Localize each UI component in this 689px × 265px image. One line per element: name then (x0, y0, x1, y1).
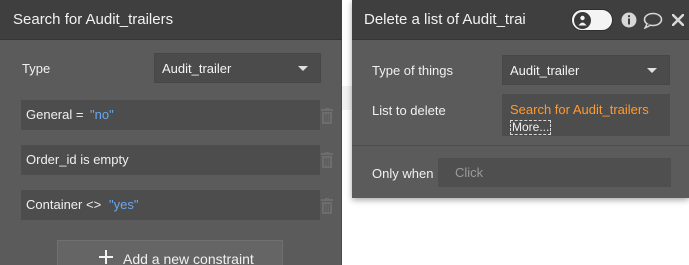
person-icon (578, 15, 587, 26)
constraint-field: Container <> (26, 197, 102, 212)
constraint-container[interactable]: Container <> "yes" (21, 190, 320, 220)
constraint-field: Order_id is empty (26, 152, 129, 167)
constraint-order-id[interactable]: Order_id is empty (21, 145, 320, 175)
list-expression[interactable]: Search for Audit_trailers (510, 102, 649, 117)
type-of-things-dropdown[interactable]: Audit_trailer (502, 55, 670, 85)
action-panel-titlebar[interactable]: Delete a list of Audit_trai (352, 0, 689, 40)
constraint-field: General = (26, 107, 84, 122)
plus-icon (99, 250, 113, 264)
close-icon[interactable] (672, 14, 684, 26)
type-of-things-value: Audit_trailer (510, 63, 580, 78)
search-editor-panel: Search for Audit_trailers Type Audit_tra… (0, 0, 342, 265)
constraint-general[interactable]: General = "no" (21, 100, 320, 130)
constraint-value[interactable]: "no" (90, 107, 114, 122)
add-constraint-label: Add a new constraint (123, 251, 254, 265)
add-constraint-button[interactable]: Add a new constraint (57, 240, 283, 265)
action-editor-panel: Delete a list of Audit_trai Type of thin… (352, 0, 689, 198)
search-panel-titlebar[interactable]: Search for Audit_trailers (0, 0, 342, 40)
action-panel-title: Delete a list of Audit_trai (364, 11, 526, 28)
list-to-delete-label: List to delete (372, 103, 446, 118)
type-of-things-label: Type of things (372, 63, 453, 78)
only-when-field[interactable]: Click (438, 158, 671, 187)
trash-icon[interactable] (320, 198, 334, 214)
divider (352, 145, 689, 146)
info-icon[interactable] (621, 12, 637, 28)
chevron-down-icon (647, 68, 657, 73)
type-label: Type (22, 61, 51, 76)
type-dropdown-value: Audit_trailer (162, 61, 232, 76)
list-to-delete-field[interactable]: Search for Audit_trailers More... (502, 94, 670, 136)
toggle-switch[interactable] (571, 9, 613, 31)
trash-icon[interactable] (320, 108, 334, 124)
more-button[interactable]: More... (510, 120, 552, 135)
type-dropdown[interactable]: Audit_trailer (154, 53, 321, 83)
comment-icon[interactable] (643, 12, 663, 29)
only-when-placeholder: Click (455, 165, 484, 180)
trash-icon[interactable] (320, 152, 334, 168)
chevron-down-icon (298, 66, 308, 71)
only-when-label: Only when (372, 166, 434, 181)
search-panel-title: Search for Audit_trailers (13, 11, 174, 28)
constraint-value[interactable]: "yes" (109, 197, 138, 212)
